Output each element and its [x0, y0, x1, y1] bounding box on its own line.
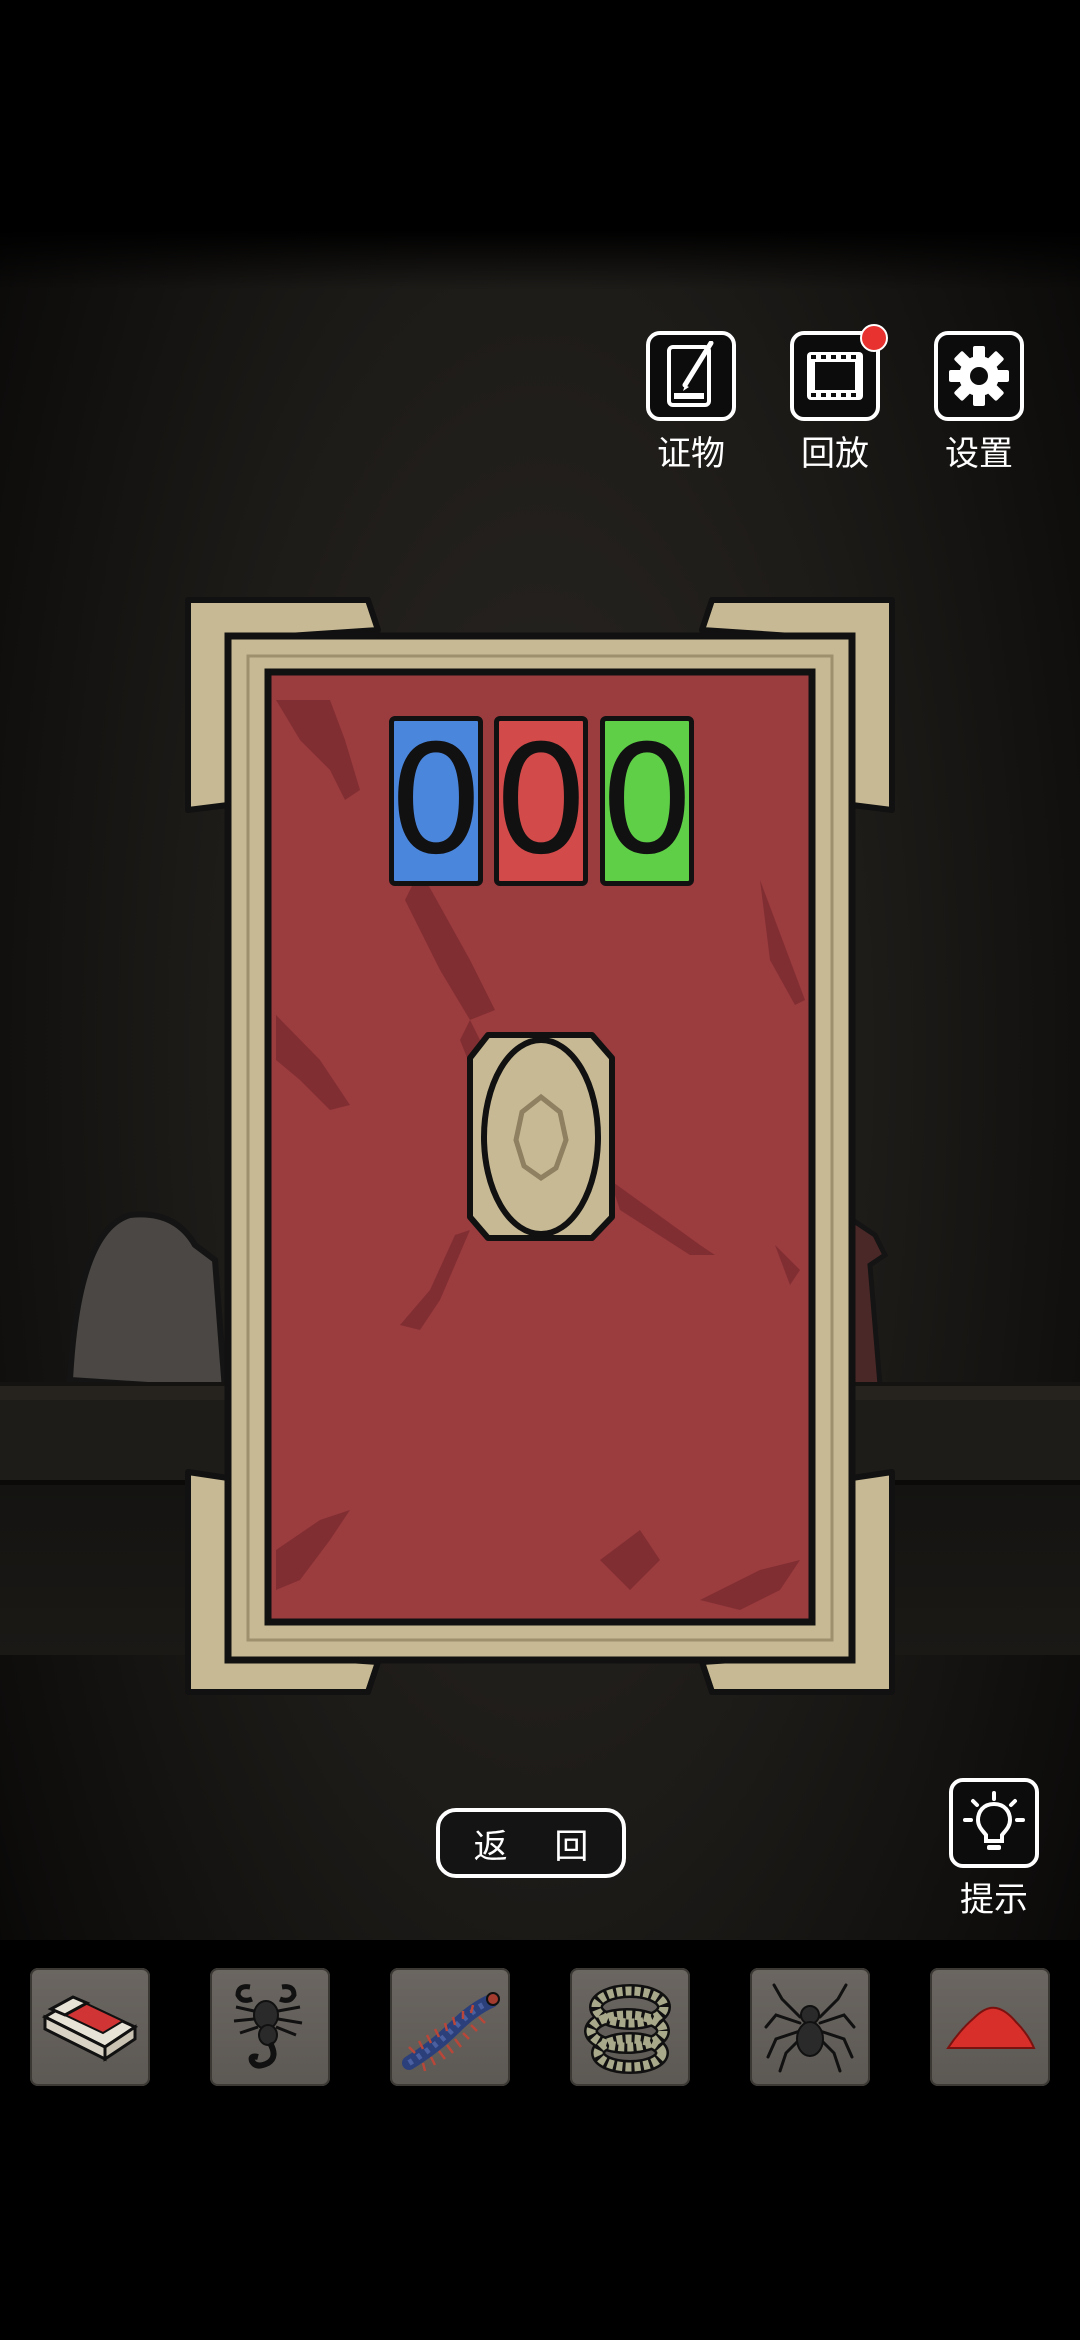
digit-value: 0	[493, 714, 589, 888]
replay-notification-badge	[860, 324, 888, 352]
inventory-bar	[0, 1940, 1080, 2340]
inventory-slot-scorpion[interactable]	[210, 1968, 330, 2086]
settings-button[interactable]	[934, 331, 1024, 421]
replay-label: 回放	[801, 434, 869, 474]
snake-icon	[584, 1984, 671, 2074]
settings-label: 设置	[945, 434, 1013, 474]
digit-tile-red[interactable]: 0	[493, 714, 589, 888]
center-medallion	[467, 1032, 615, 1241]
back-button[interactable]: 返 回	[436, 1808, 626, 1878]
back-button-label: 返 回	[473, 1826, 607, 1867]
inventory-slot-matchbox[interactable]	[30, 1968, 150, 2086]
inventory-slot-spider[interactable]	[750, 1968, 870, 2086]
digit-tile-blue[interactable]: 0	[388, 714, 484, 888]
evidence-button[interactable]	[646, 331, 736, 421]
evidence-label: 证物	[657, 434, 725, 474]
scorpion-icon	[233, 1984, 303, 2069]
lightbulb-icon	[963, 1791, 1025, 1850]
digit-value: 0	[388, 714, 484, 888]
hint-label: 提示	[960, 1880, 1028, 1920]
game-screen: 0 0 0 证物 回放 设置 返 回 提示	[0, 0, 1080, 2340]
digit-tile-green[interactable]: 0	[599, 714, 695, 888]
matchbox-icon	[41, 1995, 139, 2062]
inventory-slot-red-powder[interactable]	[930, 1968, 1050, 2086]
top-vignette	[0, 0, 1080, 290]
inventory-slot-snake[interactable]	[570, 1968, 690, 2086]
film-strip-icon	[807, 352, 863, 400]
gear-icon	[949, 346, 1009, 406]
spider-icon	[764, 1983, 856, 2073]
hint-button[interactable]	[949, 1778, 1039, 1868]
red-powder-icon	[946, 2006, 1036, 2049]
inventory-slot-centipede[interactable]	[390, 1968, 510, 2086]
notebook-pen-icon	[667, 341, 714, 407]
digit-value: 0	[599, 714, 695, 888]
centipede-icon	[402, 1992, 500, 2072]
